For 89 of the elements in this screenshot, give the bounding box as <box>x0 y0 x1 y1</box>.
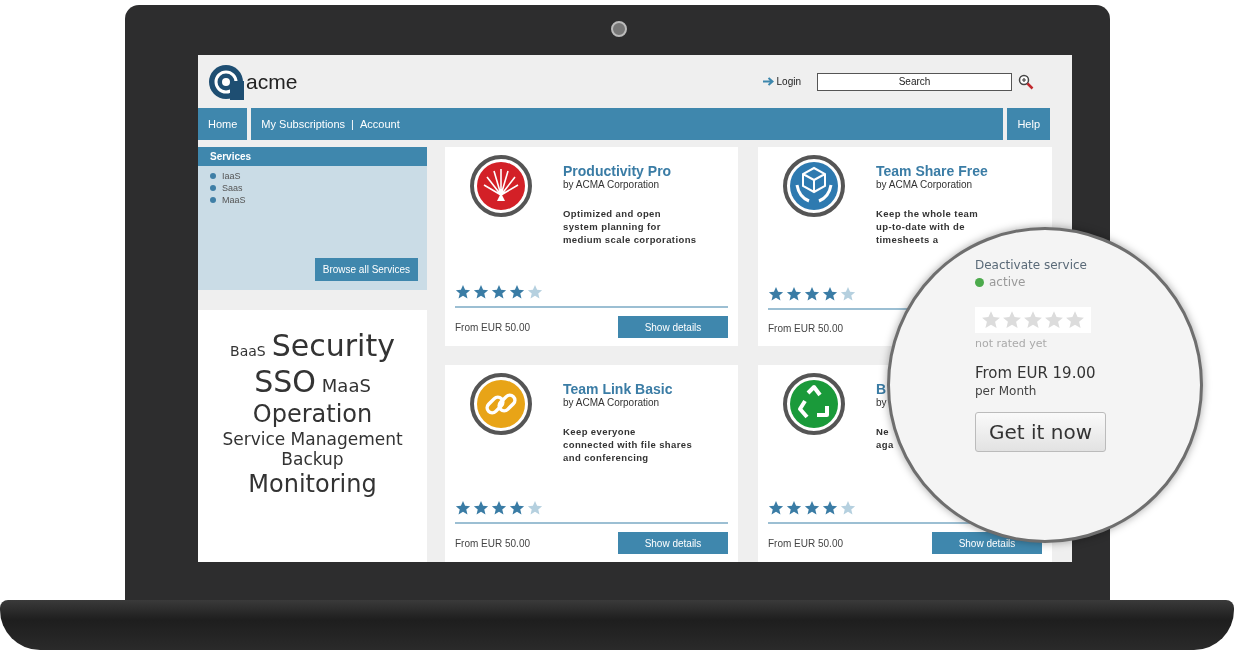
star-icon <box>509 284 525 300</box>
browse-services-button[interactable]: Browse all Services <box>314 258 418 281</box>
bullet-icon <box>210 173 216 179</box>
star-icon <box>1002 310 1022 330</box>
star-icon <box>786 500 802 516</box>
price-text: From EUR 19.00 <box>975 364 1096 382</box>
status-text: active <box>989 275 1026 289</box>
star-icon <box>804 286 820 302</box>
product-title-link[interactable]: Team Link Basic <box>563 381 673 397</box>
tag-link[interactable]: Backup <box>281 449 344 470</box>
rating-note: not rated yet <box>975 337 1047 350</box>
search-field[interactable]: Search <box>817 72 1012 91</box>
logo-text: acme <box>246 69 298 94</box>
at-sign-logo-icon <box>208 63 244 100</box>
service-link[interactable]: Saas <box>222 183 243 193</box>
nav-link[interactable]: My Subscriptions <box>261 118 346 130</box>
box-in-hands-icon <box>783 155 845 217</box>
tag-link[interactable]: Service Management <box>222 428 403 450</box>
description-text: Optimized and open <box>563 207 661 220</box>
star-icon <box>822 500 838 516</box>
vendor-text: by ACMA Corporation <box>563 397 660 408</box>
price-text: From EUR 50.00 <box>768 537 844 549</box>
star-icon <box>1023 310 1043 330</box>
show-details-button[interactable]: Show details <box>618 532 728 554</box>
star-icon <box>473 284 489 300</box>
period-text: per Month <box>975 384 1037 398</box>
help-tab[interactable]: Help <box>1007 108 1050 140</box>
tag-link[interactable]: Security <box>271 328 395 364</box>
star-icon <box>1065 310 1085 330</box>
product-title-link[interactable]: B <box>876 381 887 397</box>
login-link[interactable]: Login <box>776 76 801 87</box>
vendor-text: by ACMA Corporation <box>876 179 973 190</box>
tag-link[interactable]: Operation <box>252 400 373 429</box>
price-text: From EUR 50.00 <box>768 322 844 334</box>
description-text: up-to-date with de <box>876 220 965 233</box>
star-icon <box>768 286 784 302</box>
star-icon <box>804 500 820 516</box>
tag-link[interactable]: BaaS <box>230 343 266 360</box>
home-tab[interactable]: Home <box>198 108 248 140</box>
bullet-icon <box>210 185 216 191</box>
star-rating[interactable] <box>975 307 1091 333</box>
recycle-icon <box>783 373 845 435</box>
arrow-right-icon <box>762 77 774 86</box>
star-icon <box>822 286 838 302</box>
description-text: connected with file shares <box>563 438 693 451</box>
description-text: Keep the whole team <box>876 207 979 220</box>
bullet-icon <box>210 197 216 203</box>
service-link[interactable]: MaaS <box>222 195 246 205</box>
price-text: From EUR 50.00 <box>455 321 531 333</box>
star-icon <box>768 500 784 516</box>
description-text: aga <box>876 438 894 451</box>
star-icon <box>455 500 471 516</box>
star-icon <box>981 310 1001 330</box>
description-text: Keep everyone <box>563 425 636 438</box>
star-icon <box>455 284 471 300</box>
product-title-link[interactable]: Team Share Free <box>876 163 988 179</box>
nav-link[interactable]: Account <box>359 118 400 130</box>
vendor-text: by ACMA Corporation <box>563 179 660 190</box>
service-link[interactable]: IaaS <box>222 171 241 181</box>
star-icon <box>491 284 507 300</box>
get-it-now-button[interactable]: Get it now <box>975 412 1107 452</box>
description-text: system planning for <box>563 220 661 233</box>
tag-link[interactable]: Monitoring <box>248 469 377 499</box>
product-title-link[interactable]: Productivity Pro <box>563 163 672 179</box>
star-icon <box>840 286 856 302</box>
star-icon <box>473 500 489 516</box>
tag-link[interactable]: SSO <box>254 364 316 400</box>
sunburst-icon <box>470 155 532 217</box>
price-text: From EUR 50.00 <box>455 537 531 549</box>
star-icon <box>527 500 543 516</box>
services-header: Services <box>198 147 427 166</box>
search-icon[interactable] <box>1018 73 1034 90</box>
deactivate-service-link[interactable]: Deactivate service <box>975 258 1087 272</box>
camera-icon <box>611 21 627 37</box>
star-icon <box>840 500 856 516</box>
description-text: Ne <box>876 425 889 438</box>
star-icon <box>786 286 802 302</box>
tag-link[interactable]: MaaS <box>321 375 371 397</box>
description-text: timesheets a <box>876 233 939 246</box>
chain-link-icon <box>470 373 532 435</box>
show-details-button[interactable]: Show details <box>618 316 728 338</box>
description-text: and conferencing <box>563 451 649 464</box>
star-icon <box>491 500 507 516</box>
star-icon <box>527 284 543 300</box>
nav-separator: | <box>351 118 354 130</box>
star-icon <box>1044 310 1064 330</box>
star-icon <box>509 500 525 516</box>
description-text: medium scale corporations <box>563 233 697 246</box>
vendor-text: by <box>876 397 887 408</box>
